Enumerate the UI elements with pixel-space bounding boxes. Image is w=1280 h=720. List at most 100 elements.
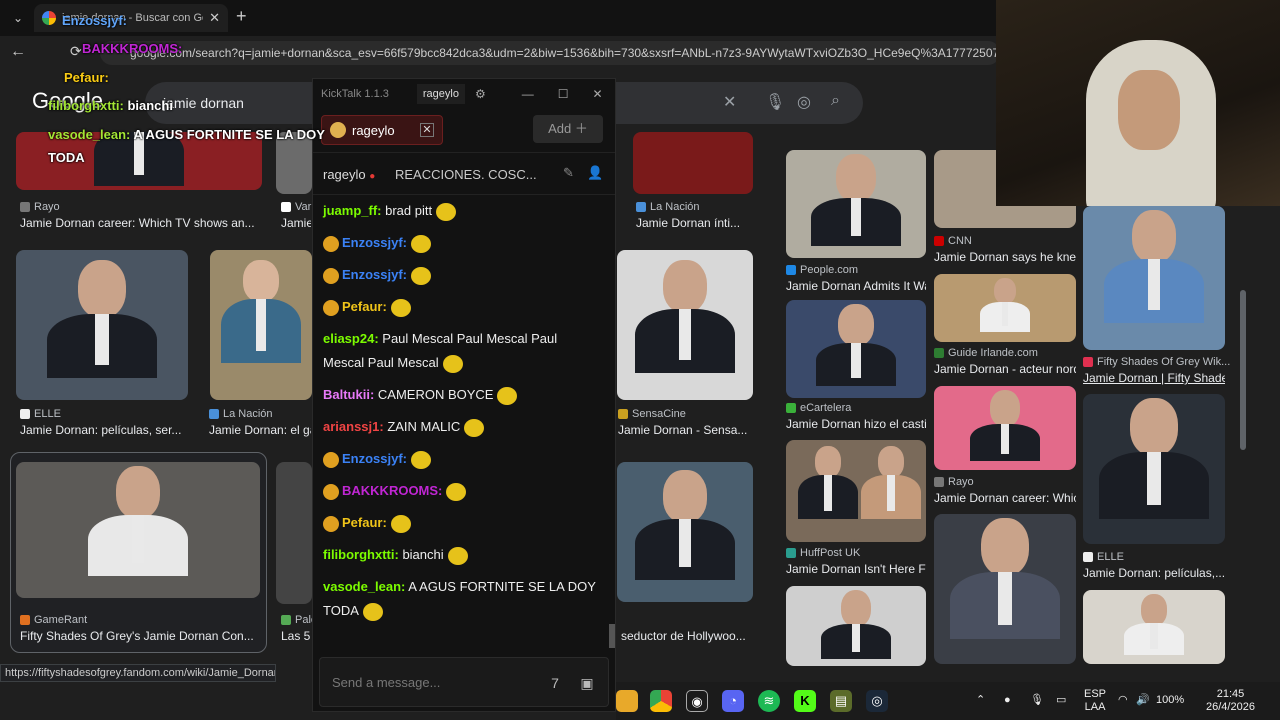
result-image[interactable]: [786, 300, 926, 398]
chat-messages[interactable]: juamp_ff: brad pitt Enzossjyf: Enzossjyf: P…: [313, 197, 609, 651]
channel-tab-rageylo[interactable]: rageylo ✕: [321, 115, 443, 145]
chat-username[interactable]: vasode_lean:: [323, 579, 405, 594]
result-title[interactable]: Jamie Dornan career: Which TV shows an..…: [20, 216, 260, 230]
result-title[interactable]: Jamie Dornan: el ga: [209, 423, 311, 437]
page-scrollbar[interactable]: [1240, 290, 1246, 450]
users-icon[interactable]: 👤: [587, 165, 603, 181]
kick-emote-icon[interactable]: ▣: [574, 670, 600, 696]
chat-message[interactable]: Enzossjyf:: [323, 447, 599, 471]
chat-message[interactable]: BAKKKROOMS:: [323, 479, 599, 503]
chat-username[interactable]: BAKKKROOMS:: [342, 483, 442, 498]
chat-message[interactable]: juamp_ff: brad pitt: [323, 199, 599, 223]
maximize-icon[interactable]: ☐: [558, 87, 569, 101]
chat-scrollbar[interactable]: [609, 624, 615, 648]
result-title[interactable]: Jamie Dornan hizo el castin...: [786, 417, 926, 431]
chat-username[interactable]: arianssj1:: [323, 419, 384, 434]
result-image[interactable]: [210, 250, 312, 400]
result-title[interactable]: Jamie Dornan: películas, ser...: [20, 423, 190, 437]
result-title[interactable]: Jamie Dornan | Fifty Shade...: [1083, 371, 1225, 385]
new-tab-icon[interactable]: +: [236, 6, 247, 27]
result-image[interactable]: [934, 274, 1076, 342]
result-title[interactable]: seductor de Hollywoo...: [621, 629, 753, 643]
lens-icon[interactable]: ◎: [797, 92, 811, 112]
chat-username[interactable]: Enzossjyf:: [342, 267, 407, 282]
search-icon[interactable]: ⌕: [831, 92, 840, 110]
message-input-box[interactable]: Send a message... 7 ▣: [319, 657, 609, 707]
result-image[interactable]: [1083, 394, 1225, 544]
result-title[interactable]: Jamie Dornan career: Whic...: [934, 491, 1076, 505]
result-image[interactable]: [633, 132, 753, 194]
result-image[interactable]: [276, 462, 312, 604]
result-image[interactable]: [617, 462, 753, 602]
chat-username[interactable]: Pefaur:: [342, 299, 387, 314]
back-arrow-icon[interactable]: ←: [10, 43, 26, 61]
wifi-icon[interactable]: ◠: [1118, 694, 1128, 707]
obs-icon[interactable]: ◉: [686, 690, 708, 712]
chat-message[interactable]: Enzossjyf:: [323, 263, 599, 287]
chat-message[interactable]: arianssj1: ZAIN MALIC: [323, 415, 599, 439]
minimize-icon[interactable]: —: [522, 87, 534, 101]
app-icon[interactable]: ▤: [830, 690, 852, 712]
settings-gear-icon[interactable]: ⚙: [475, 87, 486, 101]
result-title[interactable]: Jamie Dornan Admits It Wa...: [786, 279, 926, 293]
result-image[interactable]: [786, 440, 926, 542]
result-image[interactable]: [1083, 206, 1225, 350]
result-image[interactable]: [617, 250, 753, 400]
clear-icon[interactable]: ✕: [723, 92, 736, 112]
chat-username[interactable]: juamp_ff:: [323, 203, 382, 218]
reload-icon[interactable]: ⟳: [70, 43, 82, 60]
tray-chevron-icon[interactable]: ⌃: [976, 694, 985, 707]
result-image[interactable]: [934, 514, 1076, 664]
message-input[interactable]: Send a message...: [332, 675, 440, 690]
add-channel-button[interactable]: Add ＋: [533, 115, 603, 143]
chat-message[interactable]: Enzossjyf:: [323, 231, 599, 255]
chat-username[interactable]: Enzossjyf:: [342, 451, 407, 466]
chat-username[interactable]: filiborghxtti:: [323, 547, 399, 562]
tray-display-icon[interactable]: ▭: [1056, 694, 1066, 707]
result-image[interactable]: [934, 386, 1076, 470]
language-indicator[interactable]: ESP LAA: [1084, 688, 1106, 714]
chat-message[interactable]: Baltukii: CAMERON BOYCE: [323, 383, 599, 407]
volume-icon[interactable]: 🔊: [1136, 694, 1150, 707]
close-channel-icon[interactable]: ✕: [420, 123, 434, 137]
result-title[interactable]: Jamie Dornan ínti...: [636, 216, 752, 230]
pin-icon[interactable]: ✎: [563, 165, 574, 181]
chat-message[interactable]: Pefaur:: [323, 511, 599, 535]
battery-indicator[interactable]: 100%: [1156, 694, 1184, 707]
kicktalk-user-tab[interactable]: rageylo: [416, 84, 465, 104]
chrome-icon[interactable]: [650, 690, 672, 712]
microphone-icon[interactable]: 🎙: [765, 92, 785, 112]
file-explorer-icon[interactable]: [616, 690, 638, 712]
result-title[interactable]: Fifty Shades Of Grey's Jamie Dornan Con.…: [20, 629, 260, 643]
chat-message[interactable]: Pefaur:: [323, 295, 599, 319]
spotify-icon[interactable]: ≋: [758, 690, 780, 712]
result-title[interactable]: Jamie Dornan: películas,...: [1083, 566, 1225, 580]
search-input[interactable]: jamie dornan: [163, 95, 244, 111]
chat-message[interactable]: eliasp24: Paul Mescal Paul Mescal Paul M…: [323, 327, 599, 375]
result-title[interactable]: Jamie Dornan says he kne...: [934, 250, 1076, 264]
tray-app-icon[interactable]: ●: [1004, 694, 1011, 707]
discord-icon[interactable]: ◔: [722, 690, 744, 712]
chat-username[interactable]: eliasp24:: [323, 331, 379, 346]
close-window-icon[interactable]: ✕: [592, 87, 602, 101]
result-title[interactable]: Jamie Dornan - acteur nord...: [934, 362, 1076, 376]
tab-search-icon[interactable]: ⌄: [8, 8, 28, 28]
result-title[interactable]: Jamie: [281, 216, 311, 230]
chat-username[interactable]: Baltukii:: [323, 387, 374, 402]
chat-message[interactable]: filiborghxtti: bianchi: [323, 543, 599, 567]
clock[interactable]: 21:45 26/4/2026: [1206, 688, 1255, 714]
steam-icon[interactable]: ◎: [866, 690, 888, 712]
result-title[interactable]: Jamie Dornan - Sensa...: [618, 423, 753, 437]
result-title[interactable]: Jamie Dornan Isn't Here Fo...: [786, 562, 926, 576]
result-image-selected[interactable]: [16, 462, 260, 598]
result-image[interactable]: [786, 586, 926, 666]
url-field[interactable]: google.com/search?q=jamie+dornan&sca_esv…: [100, 41, 1000, 65]
result-image[interactable]: [1083, 590, 1225, 664]
result-title[interactable]: Las 5: [281, 629, 311, 643]
7tv-emote-icon[interactable]: 7: [542, 670, 568, 696]
microphone-tray-icon[interactable]: 🎙: [1030, 694, 1044, 707]
chat-username[interactable]: Pefaur:: [342, 515, 387, 530]
result-image[interactable]: [786, 150, 926, 258]
kick-icon[interactable]: K: [794, 690, 816, 712]
close-tab-icon[interactable]: ✕: [209, 10, 220, 26]
